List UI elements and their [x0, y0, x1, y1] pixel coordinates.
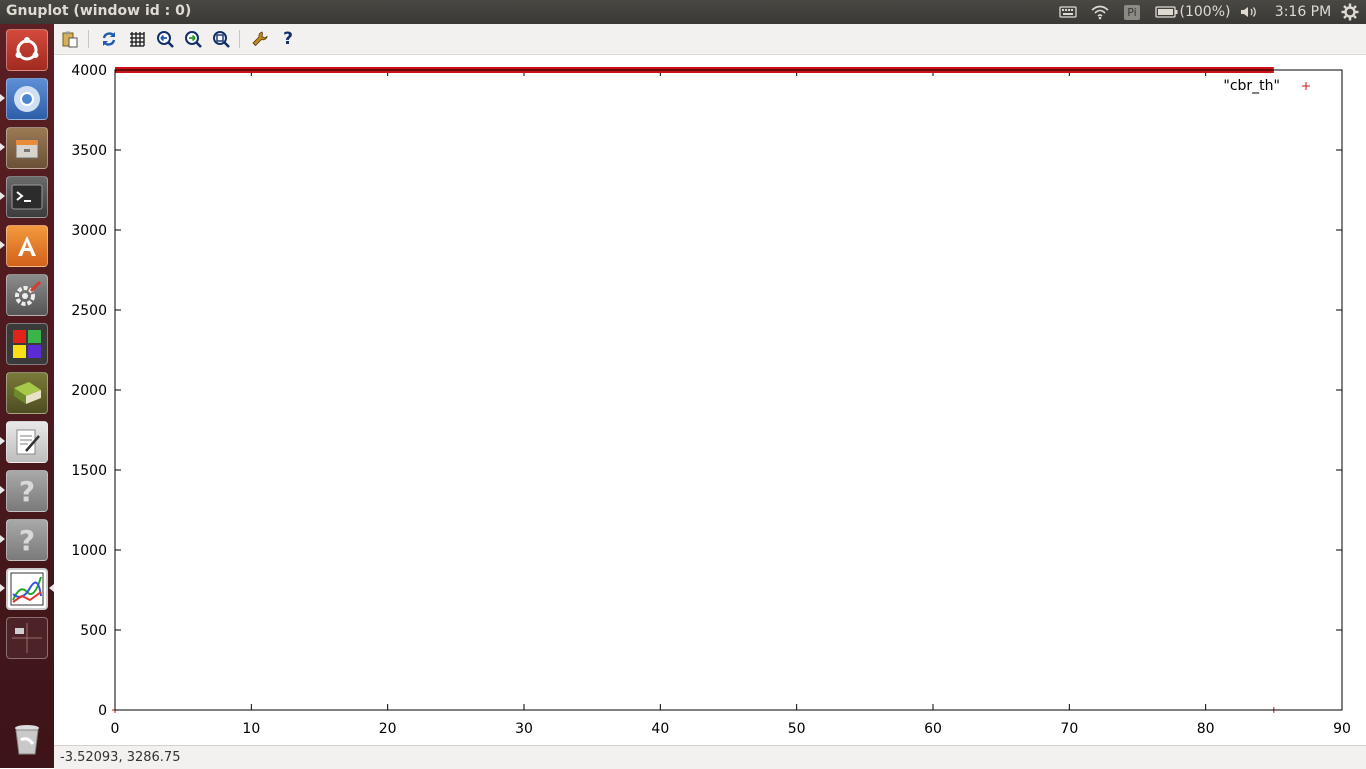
y-tick-label: 1000 — [71, 543, 107, 559]
x-tick-label: 20 — [379, 721, 397, 737]
grid-button[interactable] — [127, 29, 147, 49]
wifi-icon[interactable] — [1089, 0, 1111, 24]
zoom-next-icon — [185, 31, 202, 48]
ubuntu-dash-icon[interactable] — [6, 29, 48, 71]
system-settings-icon[interactable] — [6, 274, 48, 316]
grid-icon — [130, 32, 145, 47]
help-button[interactable]: ? — [278, 29, 298, 49]
previous-zoom-button[interactable] — [155, 29, 175, 49]
unknown-app-icon[interactable]: ? — [6, 519, 48, 561]
x-tick-labels: 0 10 20 30 40 50 60 70 80 90 — [111, 721, 1351, 737]
wrench-icon — [252, 31, 268, 47]
zoom-fit-icon — [213, 31, 230, 48]
x-tick-label: 60 — [924, 721, 942, 737]
running-indicator — [0, 584, 5, 592]
y-tick-label: 2500 — [71, 303, 107, 319]
y-tick-label: 3500 — [71, 143, 107, 159]
battery-percent: (100%) — [1179, 4, 1231, 20]
legend-marker — [1302, 82, 1310, 90]
legend-label: "cbr_th" — [1223, 78, 1280, 94]
copy-to-clipboard-button[interactable] — [60, 29, 80, 49]
x-tick-label: 10 — [242, 721, 260, 737]
preferences-button[interactable] — [250, 29, 270, 49]
input-method-badge: Pi — [1124, 4, 1140, 20]
y-tick-label: 4000 — [71, 63, 107, 79]
chromium-icon[interactable] — [6, 78, 48, 120]
keyboard-icon[interactable] — [1057, 0, 1079, 24]
file-manager-icon[interactable] — [6, 127, 48, 169]
top-panel: Gnuplot (window id : 0) Pi (100%) 3:16 P… — [0, 0, 1366, 24]
clipboard-icon — [62, 31, 78, 48]
toolbar-separator — [239, 30, 240, 48]
gnuplot-icon[interactable] — [6, 568, 48, 610]
gear-icon[interactable] — [1340, 0, 1360, 24]
x-tick-label: 70 — [1060, 721, 1078, 737]
x-tick-label: 90 — [1333, 721, 1351, 737]
plot-border — [114, 69, 1343, 711]
running-indicator — [0, 486, 5, 494]
toolbar-separator — [88, 30, 89, 48]
status-bar: -3.52093, 3286.75 — [54, 745, 1366, 769]
y-tick-label: 3000 — [71, 223, 107, 239]
launcher: ? ? — [0, 24, 54, 768]
help-icon: ? — [283, 29, 293, 49]
input-method-icon[interactable]: Pi — [1122, 0, 1142, 24]
mouse-coordinates: -3.52093, 3286.75 — [60, 750, 181, 765]
workspace-switcher-icon[interactable] — [6, 617, 48, 659]
running-indicator — [0, 143, 5, 151]
window-title: Gnuplot (window id : 0) — [6, 3, 192, 19]
software-center-icon[interactable] — [6, 225, 48, 267]
x-tick-label: 40 — [651, 721, 669, 737]
series-cbr-th — [112, 67, 1277, 713]
y-tick-label: 0 — [98, 703, 107, 719]
book-icon[interactable] — [6, 372, 48, 414]
running-indicator — [0, 241, 5, 249]
plot-canvas[interactable]: 0 500 1000 1500 2000 2500 3000 3500 4000 0 10 20 30… — [54, 55, 1366, 745]
y-tick-labels: 0 500 1000 1500 2000 2500 3000 3500 4000 — [71, 63, 107, 719]
autoscale-button[interactable] — [211, 29, 231, 49]
y-tick-label: 1500 — [71, 463, 107, 479]
x-tick-label: 30 — [515, 721, 533, 737]
terminal-icon[interactable] — [6, 176, 48, 218]
trash-icon[interactable] — [6, 718, 48, 760]
y-tick-label: 500 — [80, 623, 107, 639]
clock[interactable]: 3:16 PM — [1272, 0, 1334, 24]
workspaces-icon[interactable] — [6, 323, 48, 365]
replot-button[interactable] — [99, 29, 119, 49]
y-tick-label: 2000 — [71, 383, 107, 399]
next-zoom-button[interactable] — [183, 29, 203, 49]
x-tick-label: 80 — [1197, 721, 1215, 737]
x-tick-label: 0 — [111, 721, 120, 737]
tick-marks — [114, 69, 1343, 711]
running-indicator — [0, 437, 5, 445]
zoom-previous-icon — [157, 31, 174, 48]
battery-icon[interactable] — [1154, 0, 1180, 24]
unknown-app-icon[interactable]: ? — [6, 470, 48, 512]
running-indicator — [0, 535, 5, 543]
volume-icon[interactable] — [1238, 0, 1260, 24]
running-indicator — [0, 94, 5, 102]
refresh-icon — [102, 32, 116, 46]
plot-toolbar: ? — [54, 24, 1366, 55]
x-tick-label: 50 — [788, 721, 806, 737]
text-editor-icon[interactable] — [6, 421, 48, 463]
running-indicator — [0, 192, 5, 200]
legend: "cbr_th" — [1223, 78, 1310, 94]
